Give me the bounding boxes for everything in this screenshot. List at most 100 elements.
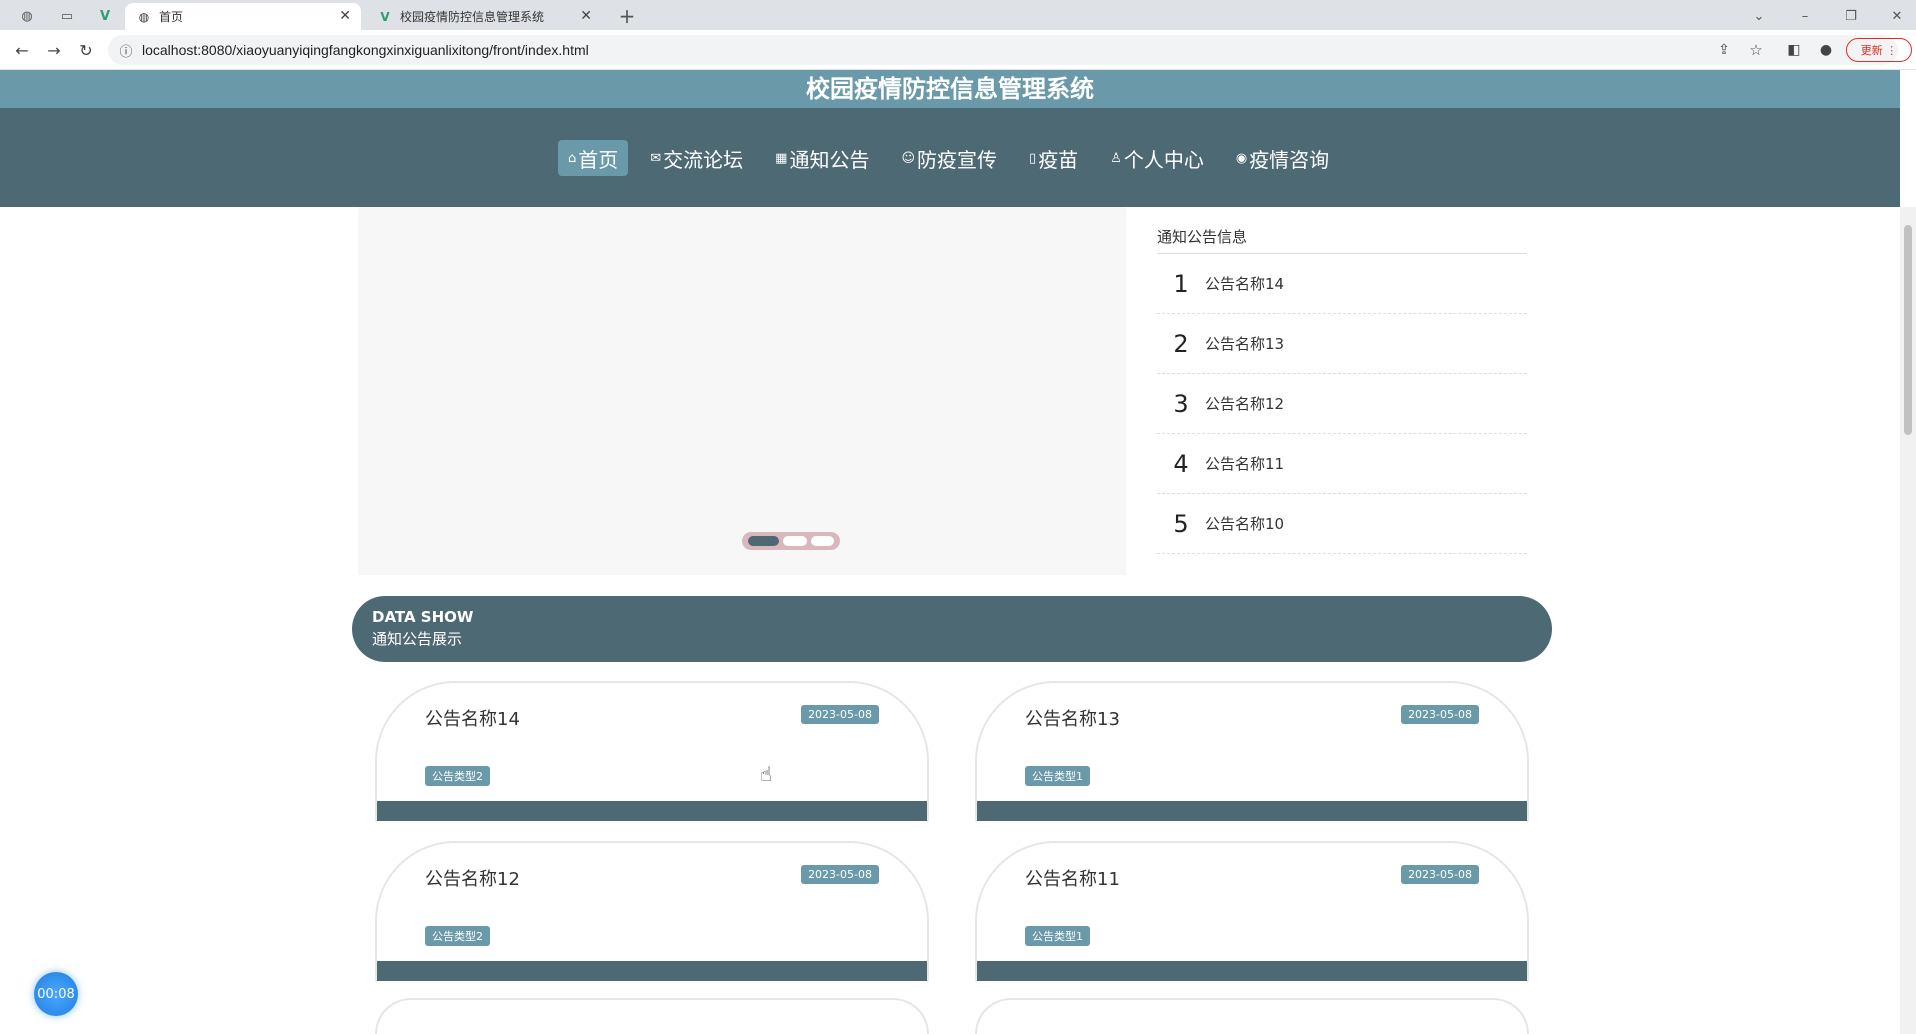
- user-icon: ♙: [1110, 150, 1122, 166]
- nav-consult[interactable]: ◉ 疫情咨询: [1226, 140, 1339, 176]
- section-header: DATA SHOW 通知公告展示: [352, 596, 1552, 662]
- nav-items: ⌂ 首页 ✉ 交流论坛 ▦ 通知公告 ☺ 防疫宣传 ▯ 疫苗 ♙ 个人中心 ◉ 疫情咨询: [558, 140, 1339, 176]
- list-number: 5: [1173, 509, 1189, 538]
- nav-personal[interactable]: ♙ 个人中心: [1100, 140, 1214, 176]
- home-icon: ⌂: [568, 150, 577, 166]
- recording-timer[interactable]: 00:08: [34, 972, 78, 1016]
- list-name: 公告名称14: [1205, 275, 1285, 293]
- close-tab-icon[interactable]: ✕: [339, 8, 351, 24]
- nav-label: 个人中心: [1123, 147, 1204, 172]
- share-icon[interactable]: ⇪: [1712, 38, 1736, 62]
- list-item[interactable]: 3 公告名称12: [1157, 374, 1527, 434]
- card-date: 2023-05-08: [1401, 705, 1479, 724]
- nav-label: 通知公告: [789, 147, 870, 172]
- carousel-dot[interactable]: [810, 536, 835, 546]
- side-panel-icon[interactable]: ◧: [1782, 38, 1806, 62]
- pinned-tab-globe-icon[interactable]: ◍: [12, 4, 42, 28]
- card-footer: [977, 961, 1527, 981]
- card-footer: [377, 961, 927, 981]
- tab-home[interactable]: ◍ 首页 ✕: [125, 3, 361, 30]
- pinned-tab-vue-icon[interactable]: V: [90, 4, 120, 28]
- nav-label: 防疫宣传: [917, 147, 998, 172]
- list-name: 公告名称11: [1205, 455, 1285, 473]
- update-label: 更新: [1860, 44, 1883, 57]
- nav-label: 疫苗: [1038, 147, 1079, 172]
- minimize-icon[interactable]: –: [1790, 4, 1820, 28]
- notice-card[interactable]: 公告名称14 2023-05-08 公告类型2: [375, 681, 929, 821]
- card-footer: [977, 801, 1527, 821]
- pinned-tab-page-icon[interactable]: ▭: [52, 4, 82, 28]
- list-item[interactable]: 2 公告名称13: [1157, 314, 1527, 374]
- back-icon[interactable]: ←: [10, 38, 34, 62]
- card-type-badge: 公告类型2: [425, 926, 490, 946]
- chevron-down-icon[interactable]: ⌄: [1744, 4, 1774, 28]
- banner-carousel[interactable]: [358, 207, 1126, 575]
- vue-icon: V: [380, 9, 390, 24]
- tab-label: 校园疫情防控信息管理系统: [400, 10, 545, 24]
- list-name: 公告名称13: [1205, 335, 1285, 353]
- card-title: 公告名称12: [425, 869, 520, 890]
- bookmark-star-icon[interactable]: ☆: [1744, 38, 1768, 62]
- nav-label: 首页: [578, 147, 619, 172]
- notice-list: 通知公告信息 1 公告名称14 2 公告名称13 3 公告名称12 4 公告名称11 5…: [1157, 226, 1527, 554]
- notice-card[interactable]: [975, 998, 1529, 1034]
- carousel-indicators: [742, 532, 840, 550]
- nav-label: 疫情咨询: [1249, 147, 1330, 172]
- mail-icon: ✉: [650, 150, 662, 166]
- list-name: 公告名称10: [1205, 515, 1285, 533]
- card-footer: [377, 801, 927, 821]
- update-button[interactable]: 更新 ⋮: [1846, 38, 1912, 62]
- globe-icon: ◍: [138, 9, 150, 24]
- nav-forum[interactable]: ✉ 交流论坛: [640, 140, 753, 176]
- smile-icon: ☺: [901, 150, 916, 166]
- card-title: 公告名称13: [1025, 709, 1120, 730]
- tab-label: 首页: [159, 10, 184, 24]
- nav-home[interactable]: ⌂ 首页: [558, 140, 629, 176]
- reload-icon[interactable]: ↻: [74, 38, 98, 62]
- carousel-dot[interactable]: [783, 536, 807, 546]
- section-title-cn: 通知公告展示: [372, 630, 463, 648]
- close-tab-icon[interactable]: ✕: [580, 8, 592, 24]
- browser-tab-bar: ◍ ▭ V ◍ 首页 ✕ V 校园疫情防控信息管理系统 ✕ + ⌄ – ❐ ✕: [0, 0, 1916, 30]
- grid-icon: ▦: [775, 150, 788, 166]
- card-date: 2023-05-08: [801, 865, 879, 884]
- globe-icon: ◉: [1235, 150, 1248, 166]
- list-number: 4: [1173, 449, 1189, 478]
- nav-label: 交流论坛: [663, 147, 744, 172]
- nav-notice[interactable]: ▦ 通知公告: [765, 140, 879, 176]
- notice-card[interactable]: [375, 998, 929, 1034]
- tab-system[interactable]: V 校园疫情防控信息管理系统 ✕: [366, 3, 602, 30]
- list-number: 1: [1173, 269, 1189, 298]
- hand-cursor-icon: ☝: [760, 762, 773, 786]
- url-text[interactable]: localhost:8080/xiaoyuanyiqingfangkongxin…: [142, 42, 589, 58]
- card-date: 2023-05-08: [1401, 865, 1479, 884]
- profile-icon[interactable]: ●: [1814, 38, 1838, 62]
- card-type-badge: 公告类型1: [1025, 926, 1090, 946]
- list-name: 公告名称12: [1205, 395, 1285, 413]
- site-title: 校园疫情防控信息管理系统: [0, 70, 1900, 108]
- list-item[interactable]: 1 公告名称14: [1157, 254, 1527, 314]
- notice-card[interactable]: 公告名称11 2023-05-08 公告类型1: [975, 841, 1529, 981]
- card-title: 公告名称11: [1025, 869, 1120, 890]
- card-date: 2023-05-08: [801, 705, 879, 724]
- info-icon[interactable]: ⓘ: [114, 38, 138, 62]
- list-item[interactable]: 5 公告名称10: [1157, 494, 1527, 554]
- card-type-badge: 公告类型1: [1025, 766, 1090, 786]
- scrollbar-thumb[interactable]: [1904, 225, 1912, 435]
- notice-card[interactable]: 公告名称12 2023-05-08 公告类型2: [375, 841, 929, 981]
- card-title: 公告名称14: [425, 709, 520, 730]
- restore-icon[interactable]: ❐: [1836, 4, 1866, 28]
- notice-card[interactable]: 公告名称13 2023-05-08 公告类型1: [975, 681, 1529, 821]
- list-number: 3: [1173, 389, 1189, 418]
- notice-list-title: 通知公告信息: [1157, 226, 1527, 254]
- section-title-en: DATA SHOW: [372, 608, 474, 626]
- nav-vaccine[interactable]: ▯ 疫苗: [1019, 140, 1088, 176]
- tag-icon: ▯: [1029, 150, 1037, 166]
- forward-icon[interactable]: →: [42, 38, 66, 62]
- nav-propaganda[interactable]: ☺ 防疫宣传: [891, 140, 1007, 176]
- list-item[interactable]: 4 公告名称11: [1157, 434, 1527, 494]
- carousel-dot[interactable]: [748, 536, 780, 546]
- close-window-icon[interactable]: ✕: [1882, 4, 1912, 28]
- new-tab-button[interactable]: +: [612, 4, 642, 28]
- address-toolbar: ← → ↻ ⓘ localhost:8080/xiaoyuanyiqingfan…: [0, 30, 1916, 70]
